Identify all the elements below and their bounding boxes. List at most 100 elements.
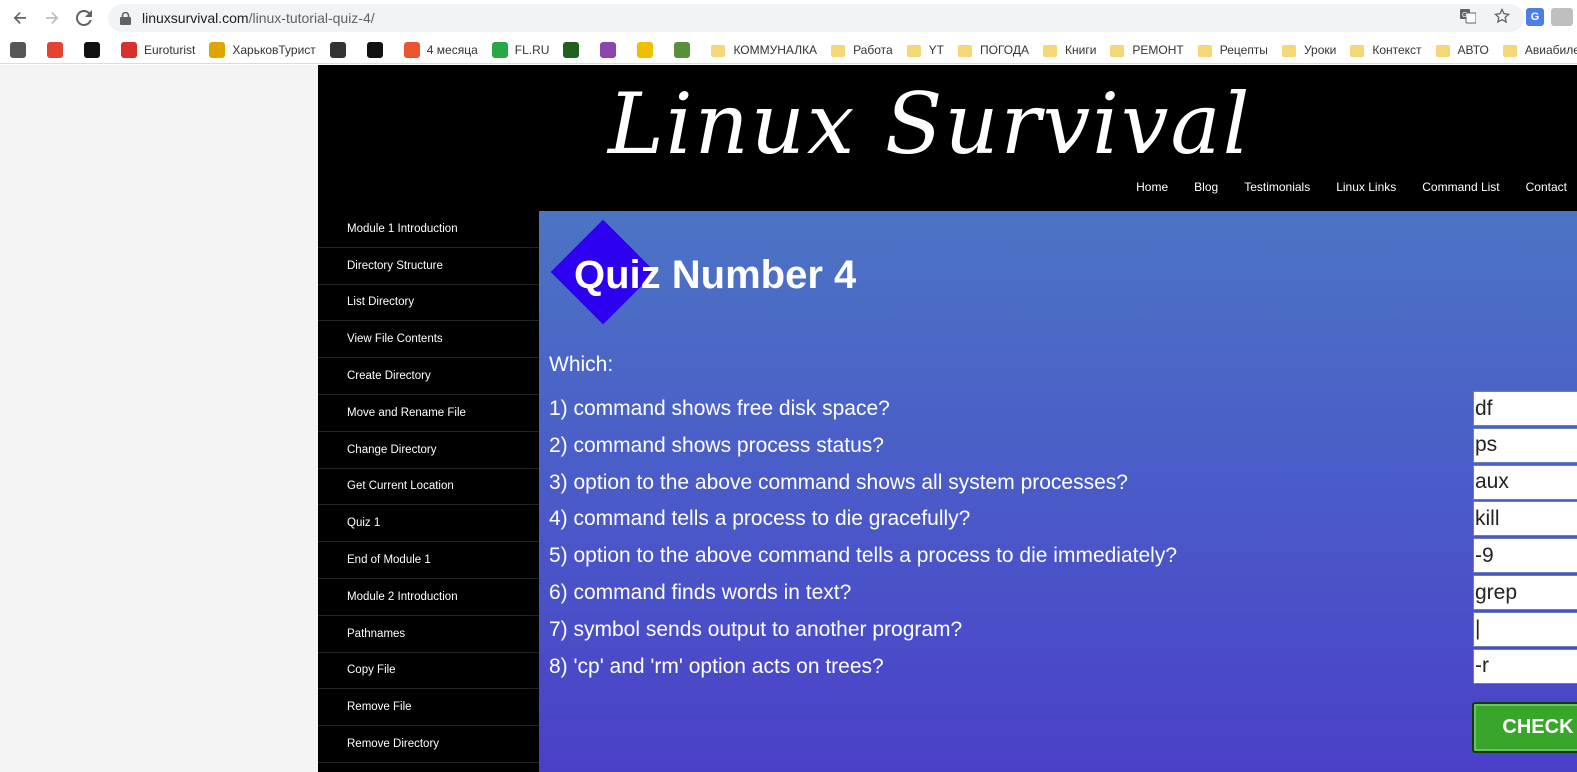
bookmark-item[interactable] [84,36,107,63]
answer-input[interactable]: ps [1473,427,1577,463]
fl-icon [491,41,508,58]
sidebar-item-change-directory[interactable]: Change Directory [318,432,539,469]
nav-link-testimonials[interactable]: Testimonials [1244,180,1310,194]
answer-input[interactable]: -9 [1473,538,1577,574]
nav-link-blog[interactable]: Blog [1194,180,1218,194]
bookmark-label: Книги [1065,42,1097,57]
bookmark-item[interactable]: Уроки [1281,36,1337,63]
sidebar-item-get-current-location[interactable]: Get Current Location [318,469,539,506]
bookmark-item[interactable] [47,36,70,63]
sidebar-item-end-of-module-1[interactable]: End of Module 1 [318,542,539,579]
bookmark-label: FL.RU [514,42,550,57]
question-row: 3) option to the above command shows all… [549,465,1569,501]
answer-input[interactable]: kill [1473,501,1577,537]
bookmark-item[interactable]: КОММУНАЛКА [711,36,817,63]
sidebar-item-remove-file[interactable]: Remove File [318,689,539,727]
back-icon[interactable] [4,2,36,34]
euroturist-icon [121,41,137,58]
bookmark-item[interactable] [329,36,353,63]
bookmark-item[interactable]: РЕМОНТ [1110,36,1184,63]
bookmark-label: Работа [853,42,893,57]
question-text: 6) command finds words in text? [549,581,852,604]
folder-icon [831,44,846,57]
site-logo[interactable]: Linux Survival [608,75,1251,173]
nav-link-home[interactable]: Home [1136,180,1168,194]
flower-icon [600,41,617,58]
bookmark-label: АВТО [1457,42,1489,57]
sidebar-item-directory-structure[interactable]: Directory Structure [318,248,539,285]
sidebar-item-quiz-1[interactable]: Quiz 1 [318,505,539,543]
url-text: linuxsurvival.com/linux-tutorial-quiz-4/ [142,10,375,26]
bookmark-item[interactable] [674,36,697,63]
folder-icon [1502,44,1517,57]
bookmark-item[interactable]: АВТО [1435,36,1489,63]
forward-icon[interactable] [36,2,68,34]
top-navigation: Home Blog Testimonials Linux Links Command L… [1136,180,1567,194]
note-icon [637,41,654,58]
tree-icon [674,41,691,58]
site-header: Linux Survival Home Blog Testimonials Linux… [318,65,1577,211]
bookmark-item[interactable]: Работа [831,36,893,63]
sidebar-item-module-2-introduction[interactable]: Module 2 Introduction [318,579,539,616]
reload-icon[interactable] [68,2,100,34]
bookmark-item[interactable]: FL.RU [491,36,550,63]
bookmark-item[interactable]: Euroturist [121,36,195,63]
sidebar-item-pathnames[interactable]: Pathnames [318,616,539,653]
bookmark-item[interactable]: 4 месяца [403,36,478,63]
answer-input[interactable]: grep [1473,575,1577,610]
sidebar-item-copy-file[interactable]: Copy File [318,653,539,690]
bookmark-item[interactable]: Рецепты [1197,36,1268,63]
sidebar-item-remove-directory[interactable]: Remove Directory [318,726,539,763]
bookmark-item[interactable]: ПОГОДА [958,36,1029,63]
sidebar: Module 1 Introduction Directory Structure… [318,211,539,772]
sidebar-item-list-directory[interactable]: List Directory [318,285,539,322]
star-icon[interactable] [1493,7,1511,28]
folder-icon [711,44,726,57]
sidebar-item-view-file-contents[interactable]: View File Contents [318,321,539,359]
answer-input[interactable]: df [1473,391,1577,426]
bookmark-label: ПОГОДА [980,42,1029,57]
nav-link-linux-links[interactable]: Linux Links [1336,180,1396,194]
check-answers-button[interactable]: CHECK ANSWERS [1472,702,1577,753]
cat-icon [10,41,26,58]
question-row: 5) option to the above command tells a p… [549,538,1569,574]
sidebar-item-create-directory[interactable]: Create Directory [318,358,539,395]
translate-icon[interactable]: G [1460,8,1477,28]
question-row: 6) command finds words in text? [549,575,1569,611]
quiz-intro: Which: [549,353,614,376]
bookmark-label: ХарьковТурист [232,42,316,57]
question-row: 4) command tells a process to die gracef… [549,501,1569,537]
bookmark-item[interactable]: Контекст [1350,36,1422,63]
bookmark-item[interactable]: YT [906,36,945,63]
bookmark-label: Уроки [1303,42,1337,57]
answer-input[interactable]: -r [1473,648,1577,684]
sidebar-item-module-1-introduction[interactable]: Module 1 Introduction [318,211,539,248]
bookmark-item[interactable]: Авиабиле [1502,36,1577,63]
bookmark-item[interactable] [600,36,623,63]
folder-icon [906,44,921,57]
folder-icon [1435,44,1450,57]
question-text: 5) option to the above command tells a p… [549,544,1178,568]
bookmark-item[interactable] [563,36,586,63]
extension-icon[interactable] [1551,8,1573,26]
address-bar[interactable]: linuxsurvival.com/linux-tutorial-quiz-4/… [108,4,1524,32]
bookmark-item[interactable] [637,36,660,63]
google-translate-extension-icon[interactable]: G [1526,8,1544,26]
bookmark-label: РЕМОНТ [1132,42,1184,57]
bookmark-item[interactable] [10,36,33,63]
nav-link-command-list[interactable]: Command List [1422,180,1499,194]
answer-input[interactable]: | [1473,611,1577,647]
bookmark-label: Рецепты [1219,42,1268,57]
page-title: Quiz Number 4 [574,253,857,297]
bookmark-item[interactable]: ХарьковТурист [209,36,316,63]
svg-text:G: G [1462,12,1467,19]
bookmark-label: Контекст [1372,42,1422,57]
bookmark-item[interactable]: Книги [1043,36,1097,63]
nav-link-contact[interactable]: Contact [1526,180,1567,194]
question-row: 2) command shows process status? [549,428,1569,464]
question-text: 7) symbol sends output to another progra… [549,617,963,641]
answer-input[interactable]: aux [1473,464,1577,500]
sidebar-item-move-and-rename-file[interactable]: Move and Rename File [318,395,539,432]
bookmark-item[interactable] [366,36,390,63]
bookmark-label: YT [928,42,945,57]
